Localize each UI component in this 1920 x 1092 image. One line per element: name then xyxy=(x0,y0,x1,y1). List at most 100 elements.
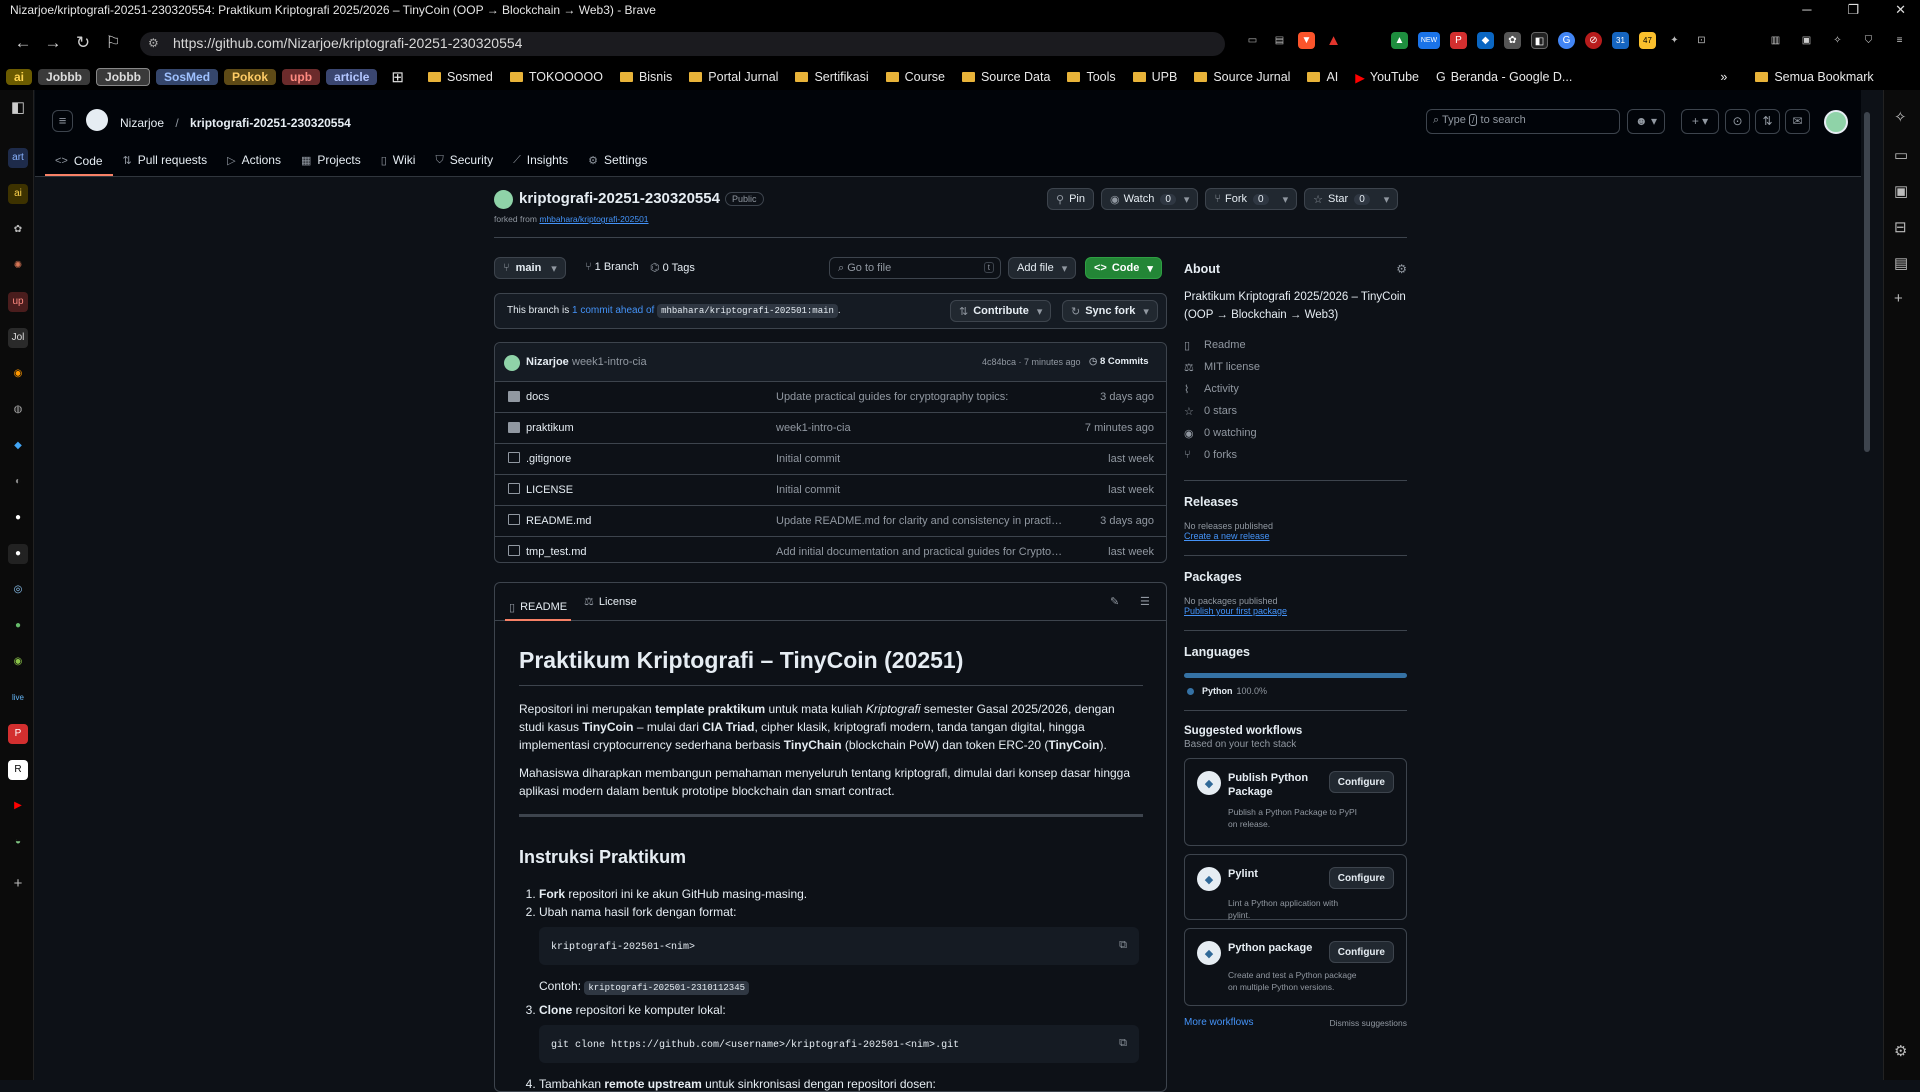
branch-select[interactable]: ⑂ main ▾ xyxy=(494,257,566,279)
bookmarks-panel-icon[interactable]: ⊟ xyxy=(1894,218,1907,236)
settings-icon[interactable]: ⚙ xyxy=(1894,1042,1907,1060)
packages-heading[interactable]: Packages xyxy=(1184,570,1407,584)
wallet-icon[interactable]: ▣ xyxy=(1894,182,1908,200)
tab-settings[interactable]: ⚙ Settings xyxy=(578,148,657,172)
contribute-button[interactable]: ⇅ Contribute ▾ xyxy=(950,300,1052,322)
bookmark-folder[interactable]: Tools xyxy=(1067,70,1116,84)
file-commit-message[interactable]: Add initial documentation and practical … xyxy=(776,546,1066,558)
bookmark-chip[interactable]: ai xyxy=(6,69,33,85)
gear-icon[interactable]: ⚙ xyxy=(1396,262,1407,276)
file-row[interactable]: tmp_test.md Add initial documentation and… xyxy=(495,537,1166,568)
copy-icon[interactable]: ⧉ xyxy=(1119,937,1127,955)
file-name[interactable]: LICENSE xyxy=(526,484,573,496)
reading-list-icon[interactable]: ▤ xyxy=(1894,254,1908,272)
bookmark-folder[interactable]: Source Jurnal xyxy=(1194,70,1290,84)
bookmark-folder[interactable]: AI xyxy=(1307,70,1338,84)
github-icon[interactable]: ● xyxy=(8,508,28,528)
notes-icon[interactable]: 47 xyxy=(1639,32,1656,49)
site-info-icon[interactable]: ⚙ xyxy=(148,36,159,50)
sidebar-app-icon[interactable]: ◉ xyxy=(8,364,28,384)
file-commit-message[interactable]: Initial commit xyxy=(776,484,1066,496)
commits-link[interactable]: ◷ 8 Commits xyxy=(1089,356,1149,367)
go-to-file-input[interactable]: ⌕ Go to file t xyxy=(829,257,1001,279)
pdf-icon[interactable]: P xyxy=(1450,32,1467,49)
commit-hash[interactable]: 4c84bca · 7 minutes ago xyxy=(982,357,1081,367)
bookmark-icon[interactable]: ⚐ xyxy=(98,33,128,53)
forks-link[interactable]: ⑂ 0 forks xyxy=(1184,444,1407,466)
watching-link[interactable]: ◉ 0 watching xyxy=(1184,422,1407,444)
youtube-icon[interactable]: ▶ xyxy=(8,796,28,816)
avatar[interactable] xyxy=(1824,110,1848,134)
tab-security[interactable]: ⛉ Security xyxy=(425,148,503,172)
sidebar-app-icon[interactable]: ◒ xyxy=(8,832,28,852)
bookmark-chip[interactable]: upb xyxy=(282,69,321,85)
sidebar-app[interactable]: art xyxy=(8,148,28,168)
tab-projects[interactable]: ▦ Projects xyxy=(291,148,371,172)
file-commit-message[interactable]: week1-intro-cia xyxy=(776,422,1066,434)
sidebar-app-icon[interactable]: ◎ xyxy=(8,580,28,600)
sidebar-app-icon[interactable]: ◐ xyxy=(8,472,28,492)
hamburger-icon[interactable]: ≡ xyxy=(52,110,73,132)
publish-package-link[interactable]: Publish your first package xyxy=(1184,606,1407,616)
issues-button[interactable]: ⊙ xyxy=(1725,109,1750,134)
minimize-icon[interactable]: ─ xyxy=(1802,2,1811,18)
add-panel-icon[interactable]: + xyxy=(8,874,28,894)
owner-avatar[interactable] xyxy=(494,190,513,209)
scrollbar-thumb[interactable] xyxy=(1864,112,1870,452)
commit-message[interactable]: week1-intro-cia xyxy=(572,356,647,368)
sidebar-app[interactable]: ai xyxy=(8,184,28,204)
sidebar-app-icon[interactable]: ● xyxy=(8,616,28,636)
menu-icon[interactable]: ≡ xyxy=(1891,32,1908,49)
file-name[interactable]: docs xyxy=(526,391,549,403)
url-field[interactable]: ⚙ https://github.com/Nizarjoe/kriptograf… xyxy=(140,32,1225,56)
sidebar-app[interactable]: live xyxy=(8,688,28,708)
breadcrumb-owner[interactable]: Nizarjoe xyxy=(120,116,164,130)
bookmark-google[interactable]: G Beranda - Google D... xyxy=(1436,70,1572,84)
adblock-icon[interactable]: ⊘ xyxy=(1585,32,1602,49)
sidebar-app-icon[interactable]: ◍ xyxy=(8,400,28,420)
releases-heading[interactable]: Releases xyxy=(1184,495,1407,509)
activity-link[interactable]: ⌇ Activity xyxy=(1184,378,1407,400)
create-new-button[interactable]: + ▾ xyxy=(1681,109,1719,134)
new-extension-icon[interactable]: NEW xyxy=(1418,32,1440,49)
mail-icon[interactable]: ▭ xyxy=(1894,146,1908,164)
search-input[interactable]: ⌕ Type / to search xyxy=(1426,109,1620,134)
ahead-link[interactable]: 1 commit ahead of xyxy=(572,305,654,316)
watch-button[interactable]: ◉ Watch 0 ▾ xyxy=(1100,188,1199,210)
back-icon[interactable]: ← xyxy=(8,33,38,53)
all-bookmarks[interactable]: Semua Bookmark xyxy=(1755,70,1874,84)
github-logo-icon[interactable] xyxy=(86,109,108,131)
file-row[interactable]: docs Update practical guides for cryptogr… xyxy=(495,382,1166,413)
puzzle-icon[interactable]: ✦ xyxy=(1666,32,1683,49)
sidebar-app[interactable]: up xyxy=(8,292,28,312)
pin-button[interactable]: ⚲ Pin xyxy=(1047,188,1094,210)
tab-wiki[interactable]: ▯ Wiki xyxy=(371,148,426,172)
chatgpt-icon[interactable]: ✿ xyxy=(8,220,28,240)
star-button[interactable]: ☆ Star 0 ▾ xyxy=(1304,188,1399,210)
sidebar-app-icon[interactable]: ◆ xyxy=(8,436,28,456)
chatgpt-icon[interactable]: ✿ xyxy=(1504,32,1521,49)
tab-readme[interactable]: ▯ README xyxy=(505,595,572,621)
apps-grid-icon[interactable]: ⊞ xyxy=(391,68,404,86)
leo-ai-icon[interactable]: ✧ xyxy=(1829,32,1846,49)
reader-icon[interactable]: ▤ xyxy=(1271,32,1288,49)
bookmark-chip[interactable]: article xyxy=(326,69,378,85)
copilot-button[interactable]: ☻ ▾ xyxy=(1627,109,1665,134)
bookmark-chip[interactable]: Jobbb xyxy=(96,68,151,86)
sidebar-app-icon[interactable]: ◉ xyxy=(8,652,28,672)
file-name[interactable]: praktikum xyxy=(526,422,574,434)
file-row[interactable]: .gitignore Initial commit last week xyxy=(495,444,1166,475)
claude-icon[interactable]: ✺ xyxy=(8,256,28,276)
vscode-icon[interactable]: ◆ xyxy=(1477,32,1494,49)
file-commit-message[interactable]: Update practical guides for cryptography… xyxy=(776,391,1066,403)
leo-icon[interactable]: ✧ xyxy=(1894,108,1907,126)
bookmark-folder[interactable]: Sosmed xyxy=(427,70,493,84)
repo-name[interactable]: kriptografi-20251-230320554 xyxy=(519,190,720,207)
outline-icon[interactable]: ☰ xyxy=(1140,595,1150,608)
configure-button[interactable]: Configure xyxy=(1328,867,1394,889)
sidebar-app[interactable]: Jol xyxy=(8,328,28,348)
brave-rewards-icon[interactable]: ▲ xyxy=(1325,32,1342,49)
create-release-link[interactable]: Create a new release xyxy=(1184,531,1407,541)
file-name[interactable]: README.md xyxy=(526,515,591,527)
bookmark-folder[interactable]: Bisnis xyxy=(619,70,672,84)
